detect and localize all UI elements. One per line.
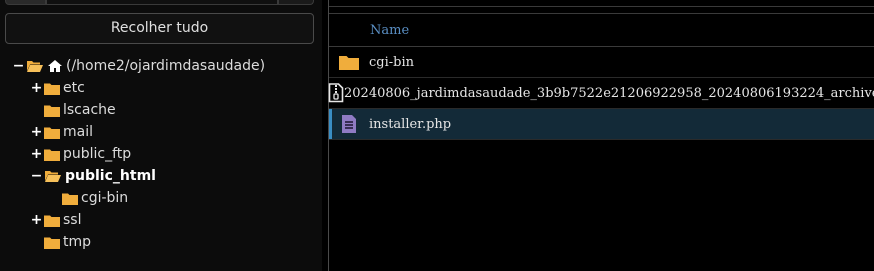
folder-icon <box>44 236 60 249</box>
column-header-name[interactable]: Name <box>329 14 874 47</box>
folder-icon <box>44 214 60 227</box>
folder-icon <box>44 126 60 139</box>
tree-item-tmp[interactable]: tmp <box>0 231 322 253</box>
expand-icon[interactable]: + <box>31 121 43 143</box>
tree-item-label: lscache <box>63 102 116 118</box>
folder-icon <box>44 82 60 95</box>
expand-icon[interactable]: + <box>31 77 43 99</box>
tree-item-ssl[interactable]: + ssl <box>0 209 322 231</box>
php-file-icon <box>328 114 369 134</box>
path-input[interactable] <box>46 0 278 5</box>
file-row-selected[interactable]: installer.php <box>329 109 874 140</box>
folder-icon <box>328 54 369 70</box>
zip-file-icon <box>328 83 344 103</box>
home-icon <box>47 59 63 73</box>
folder-open-icon <box>26 59 44 73</box>
tree-item-cgi-bin[interactable]: cgi-bin <box>0 187 322 209</box>
file-name[interactable]: 20240806_jardimdasaudade_3b9b7522e212069… <box>344 86 874 101</box>
collapse-icon[interactable]: − <box>31 165 43 187</box>
tree-item-label: ssl <box>63 212 82 228</box>
tree-item-label: public_ftp <box>63 146 132 162</box>
folder-icon <box>44 148 60 161</box>
file-list-pane: Name cgi-bin 20240806_jardimdasaudade_3b… <box>328 0 874 271</box>
folder-open-icon <box>44 169 62 183</box>
tree-item-home[interactable]: − (/home2/ojardimdasaudade) <box>0 55 322 77</box>
file-row[interactable]: 20240806_jardimdasaudade_3b9b7522e212069… <box>328 78 874 109</box>
go-button[interactable] <box>278 0 314 5</box>
folder-tree: − (/home2/ojardimdasaudade) + etc lscach… <box>0 55 322 253</box>
tree-item-label: (/home2/ojardimdasaudade) <box>66 58 266 74</box>
expand-icon[interactable]: + <box>31 143 43 165</box>
tree-item-label: mail <box>63 124 93 140</box>
tree-item-label: public_html <box>65 168 156 184</box>
collapse-all-button[interactable]: Recolher tudo <box>5 13 314 44</box>
folder-icon <box>44 104 60 117</box>
tree-item-public-ftp[interactable]: + public_ftp <box>0 143 322 165</box>
tree-item-public-html[interactable]: − public_html <box>0 165 322 187</box>
file-table: Name cgi-bin 20240806_jardimdasaudade_3b… <box>328 13 874 143</box>
file-name[interactable]: cgi-bin <box>369 55 414 70</box>
tree-item-label: tmp <box>63 234 92 250</box>
folder-tree-pane: Recolher tudo − (/home2/ojardimdasaudade… <box>0 0 322 271</box>
tree-item-mail[interactable]: + mail <box>0 121 322 143</box>
top-toolbar-remnant <box>5 0 314 5</box>
tree-item-lscache[interactable]: lscache <box>0 99 322 121</box>
expand-icon[interactable]: + <box>31 209 43 231</box>
file-row[interactable]: cgi-bin <box>329 47 874 78</box>
collapse-icon[interactable]: − <box>13 55 25 77</box>
tree-item-label: etc <box>63 80 85 96</box>
tree-item-label: cgi-bin <box>81 190 129 206</box>
tree-item-etc[interactable]: + etc <box>0 77 322 99</box>
toolbar-button[interactable] <box>5 0 46 5</box>
file-name[interactable]: installer.php <box>369 117 451 132</box>
toolbar-border <box>329 6 874 7</box>
folder-icon <box>62 192 78 205</box>
